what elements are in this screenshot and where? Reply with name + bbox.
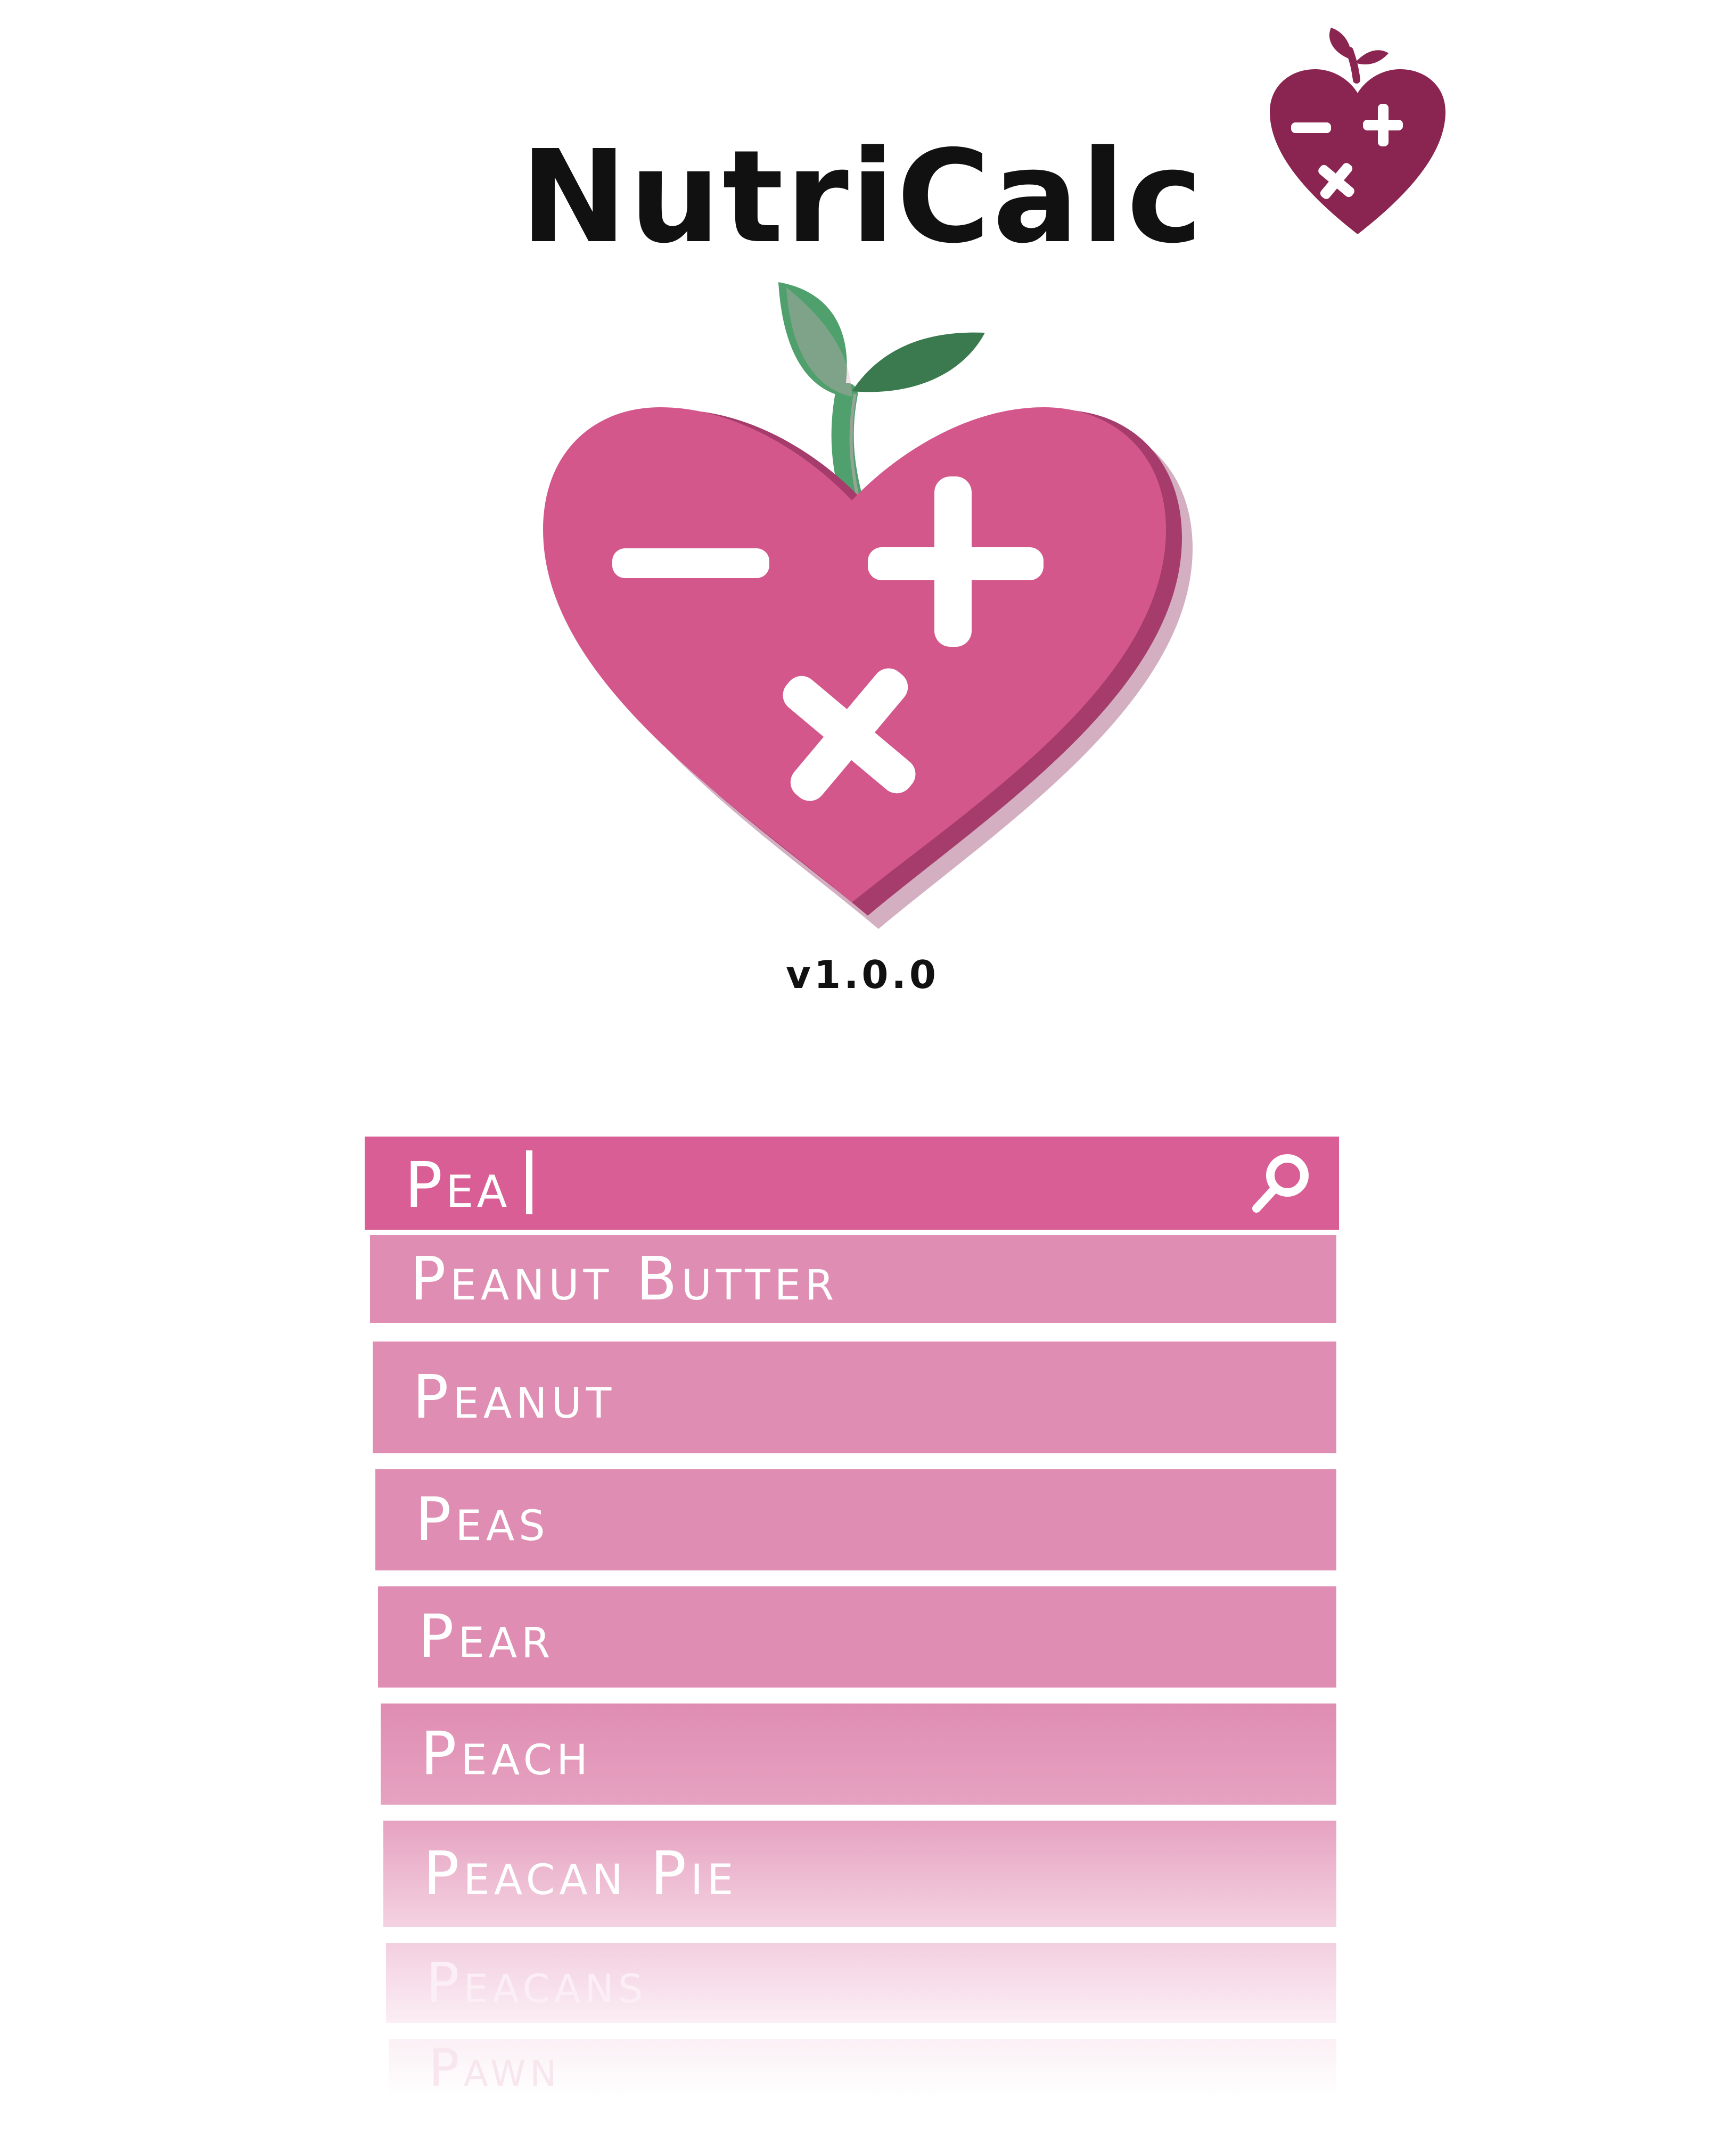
suggestion-item[interactable]: Pawn <box>389 2039 1336 2097</box>
suggestion-label: Peacan Pie <box>423 1839 738 1908</box>
suggestion-label: Peas <box>415 1485 549 1554</box>
suggestion-item[interactable]: Peanut Butter <box>370 1235 1336 1323</box>
heart-calculator-logo-icon <box>543 282 1193 929</box>
search-input[interactable]: Pea <box>405 1150 1246 1216</box>
suggestion-item[interactable]: Peacans <box>386 1943 1336 2023</box>
suggestion-label: Peach <box>421 1719 592 1789</box>
suggestion-item[interactable]: Peach <box>381 1704 1336 1805</box>
app-version: v1.0.0 <box>786 952 939 997</box>
suggestion-label: Peanut <box>413 1363 616 1432</box>
suggestion-item[interactable]: Peanut <box>373 1342 1336 1453</box>
suggestion-label: Peacans <box>426 1951 647 2015</box>
suggestion-item[interactable]: Pear <box>378 1586 1336 1688</box>
suggestion-label: Pawn <box>429 2038 561 2098</box>
magnifier-icon[interactable] <box>1246 1149 1315 1218</box>
search-input-value: Pea <box>405 1148 511 1222</box>
main-logo <box>532 266 1203 958</box>
text-caret <box>526 1150 533 1214</box>
suggestion-item[interactable]: Peas <box>375 1469 1336 1570</box>
app-title: NutriCalc <box>520 122 1205 271</box>
suggestion-item[interactable]: Peacan Pie <box>383 1821 1336 1927</box>
suggestion-label: Pear <box>418 1602 555 1672</box>
suggestion-label: Peanut Butter <box>410 1244 839 1314</box>
food-search-bar[interactable]: Pea <box>365 1137 1339 1230</box>
